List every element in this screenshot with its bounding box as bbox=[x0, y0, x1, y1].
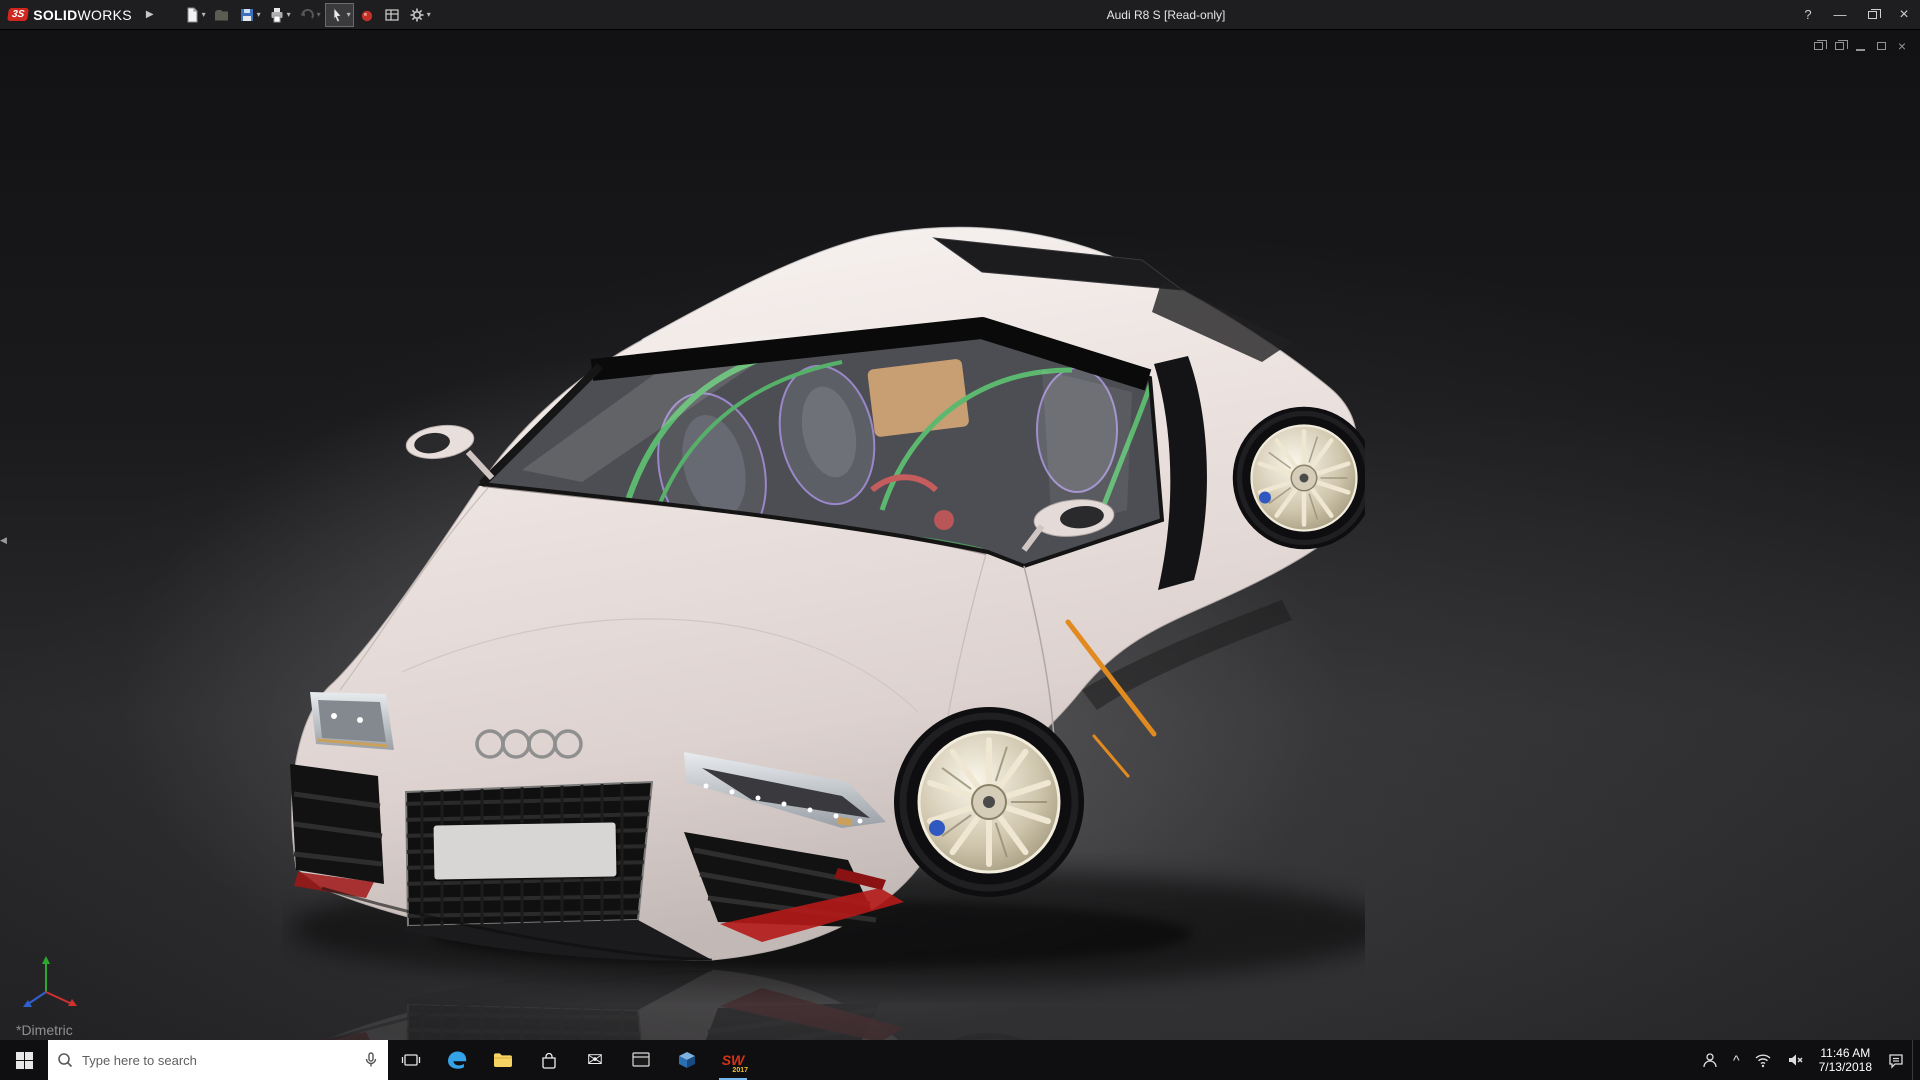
save-button[interactable]: ▾ bbox=[235, 3, 264, 27]
store-bag-icon bbox=[539, 1050, 559, 1070]
undo-icon bbox=[298, 6, 316, 24]
solidworks-app-icon: SW 2017 bbox=[720, 1047, 746, 1073]
mail-button[interactable]: ✉ bbox=[572, 1040, 618, 1080]
options-gear-icon bbox=[408, 6, 426, 24]
show-hidden-icons-button[interactable]: ^ bbox=[1726, 1040, 1747, 1080]
view-orientation-label: *Dimetric bbox=[16, 1022, 73, 1038]
open-button[interactable] bbox=[210, 3, 234, 27]
network-button[interactable] bbox=[1747, 1040, 1779, 1080]
doc-close-button[interactable]: × bbox=[1898, 39, 1906, 53]
taskbar-clock[interactable]: 11:46 AM 7/13/2018 bbox=[1811, 1046, 1880, 1074]
tile-icon bbox=[1835, 42, 1844, 50]
tile-window-button[interactable] bbox=[1835, 39, 1844, 53]
select-tool-button[interactable]: ▾ bbox=[325, 3, 354, 27]
cascade-icon bbox=[1814, 42, 1823, 50]
cube-icon bbox=[677, 1050, 697, 1070]
sw-letters: SW bbox=[722, 1052, 745, 1068]
search-input[interactable] bbox=[82, 1053, 362, 1068]
show-desktop-button[interactable] bbox=[1912, 1040, 1920, 1080]
volume-button[interactable] bbox=[1779, 1040, 1811, 1080]
expand-menu-arrow-icon[interactable]: ▶ bbox=[146, 9, 154, 20]
action-center-icon bbox=[1887, 1051, 1905, 1069]
document-window-controls: × bbox=[1814, 39, 1906, 53]
restore-button[interactable] bbox=[1856, 0, 1888, 29]
dropdown-icon[interactable]: ▾ bbox=[427, 10, 431, 19]
clock-date: 7/13/2018 bbox=[1819, 1060, 1872, 1074]
speaker-muted-icon bbox=[1786, 1051, 1804, 1069]
system-tray: ^ 11:46 AM 7/13/2018 bbox=[1694, 1040, 1920, 1080]
graphics-area[interactable]: × ◀ bbox=[0, 30, 1920, 1040]
store-button[interactable] bbox=[526, 1040, 572, 1080]
app-window-icon bbox=[630, 1049, 652, 1071]
print-icon bbox=[268, 6, 286, 24]
windows-logo-icon bbox=[16, 1052, 33, 1069]
quick-access-toolbar: ▾ ▾ ▾ ▾ ▾ ▾ bbox=[180, 3, 434, 27]
wifi-icon bbox=[1754, 1051, 1772, 1069]
reference-triad bbox=[20, 948, 90, 1018]
dropdown-icon[interactable]: ▾ bbox=[317, 10, 321, 19]
search-icon bbox=[56, 1051, 74, 1069]
collapsed-panel-arrow-icon[interactable]: ◀ bbox=[0, 535, 7, 546]
solidworks-logo: 3S SOLIDWORKS bbox=[8, 7, 132, 23]
ds-logo-icon: 3S bbox=[7, 8, 29, 21]
file-properties-icon bbox=[383, 6, 401, 24]
undo-button[interactable]: ▾ bbox=[295, 3, 324, 27]
car-render-audi-r8 bbox=[282, 220, 1365, 1040]
dropdown-icon[interactable]: ▾ bbox=[287, 10, 291, 19]
dropdown-icon[interactable]: ▾ bbox=[257, 10, 261, 19]
xpress-products-icon bbox=[358, 6, 376, 24]
close-button[interactable]: × bbox=[1888, 0, 1920, 29]
new-document-icon bbox=[183, 6, 201, 24]
person-icon bbox=[1701, 1051, 1719, 1069]
snip-tool-button[interactable] bbox=[618, 1040, 664, 1080]
xpress-products-button[interactable] bbox=[355, 3, 379, 27]
taskbar: ✉ SW 2017 ^ 11:46 AM 7/13/2018 bbox=[0, 1040, 1920, 1080]
window-title: Audi R8 S [Read-only] bbox=[1107, 8, 1226, 22]
edge-browser-button[interactable] bbox=[434, 1040, 480, 1080]
open-folder-icon bbox=[213, 6, 231, 24]
doc-restore-button[interactable] bbox=[1877, 39, 1886, 53]
logo-works: WORKS bbox=[78, 7, 132, 23]
restore-icon bbox=[1868, 11, 1877, 19]
doc-minimize-button[interactable] bbox=[1856, 39, 1865, 53]
dropdown-icon[interactable]: ▾ bbox=[202, 10, 206, 19]
solidworks-2017-button[interactable]: SW 2017 bbox=[710, 1040, 756, 1080]
microphone-icon[interactable] bbox=[362, 1051, 380, 1069]
mail-envelope-icon: ✉ bbox=[587, 1049, 603, 1072]
file-properties-button[interactable] bbox=[380, 3, 404, 27]
logo-text: SOLIDWORKS bbox=[33, 7, 132, 23]
options-button[interactable]: ▾ bbox=[405, 3, 434, 27]
help-button[interactable]: ? bbox=[1792, 0, 1824, 29]
action-center-button[interactable] bbox=[1880, 1040, 1912, 1080]
window-controls: ? — × bbox=[1792, 0, 1920, 29]
taskbar-search[interactable] bbox=[48, 1040, 388, 1080]
minimize-button[interactable]: — bbox=[1824, 0, 1856, 29]
new-document-button[interactable]: ▾ bbox=[180, 3, 209, 27]
folder-icon bbox=[492, 1049, 514, 1071]
save-icon bbox=[238, 6, 256, 24]
clock-time: 11:46 AM bbox=[1819, 1046, 1872, 1060]
sw-year: 2017 bbox=[732, 1067, 748, 1074]
logo-solid: SOLID bbox=[33, 7, 77, 23]
task-view-button[interactable] bbox=[388, 1040, 434, 1080]
dropdown-icon[interactable]: ▾ bbox=[347, 10, 351, 19]
restore-icon bbox=[1877, 42, 1886, 50]
edge-icon bbox=[445, 1048, 469, 1072]
select-cursor-icon bbox=[328, 6, 346, 24]
print-button[interactable]: ▾ bbox=[265, 3, 294, 27]
edrawings-button[interactable] bbox=[664, 1040, 710, 1080]
titlebar: 3S SOLIDWORKS ▶ ▾ ▾ ▾ ▾ ▾ bbox=[0, 0, 1920, 30]
task-view-icon bbox=[401, 1050, 421, 1070]
new-window-button[interactable] bbox=[1814, 39, 1823, 53]
file-explorer-button[interactable] bbox=[480, 1040, 526, 1080]
start-button[interactable] bbox=[0, 1040, 48, 1080]
minimize-icon bbox=[1856, 49, 1865, 51]
people-button[interactable] bbox=[1694, 1040, 1726, 1080]
